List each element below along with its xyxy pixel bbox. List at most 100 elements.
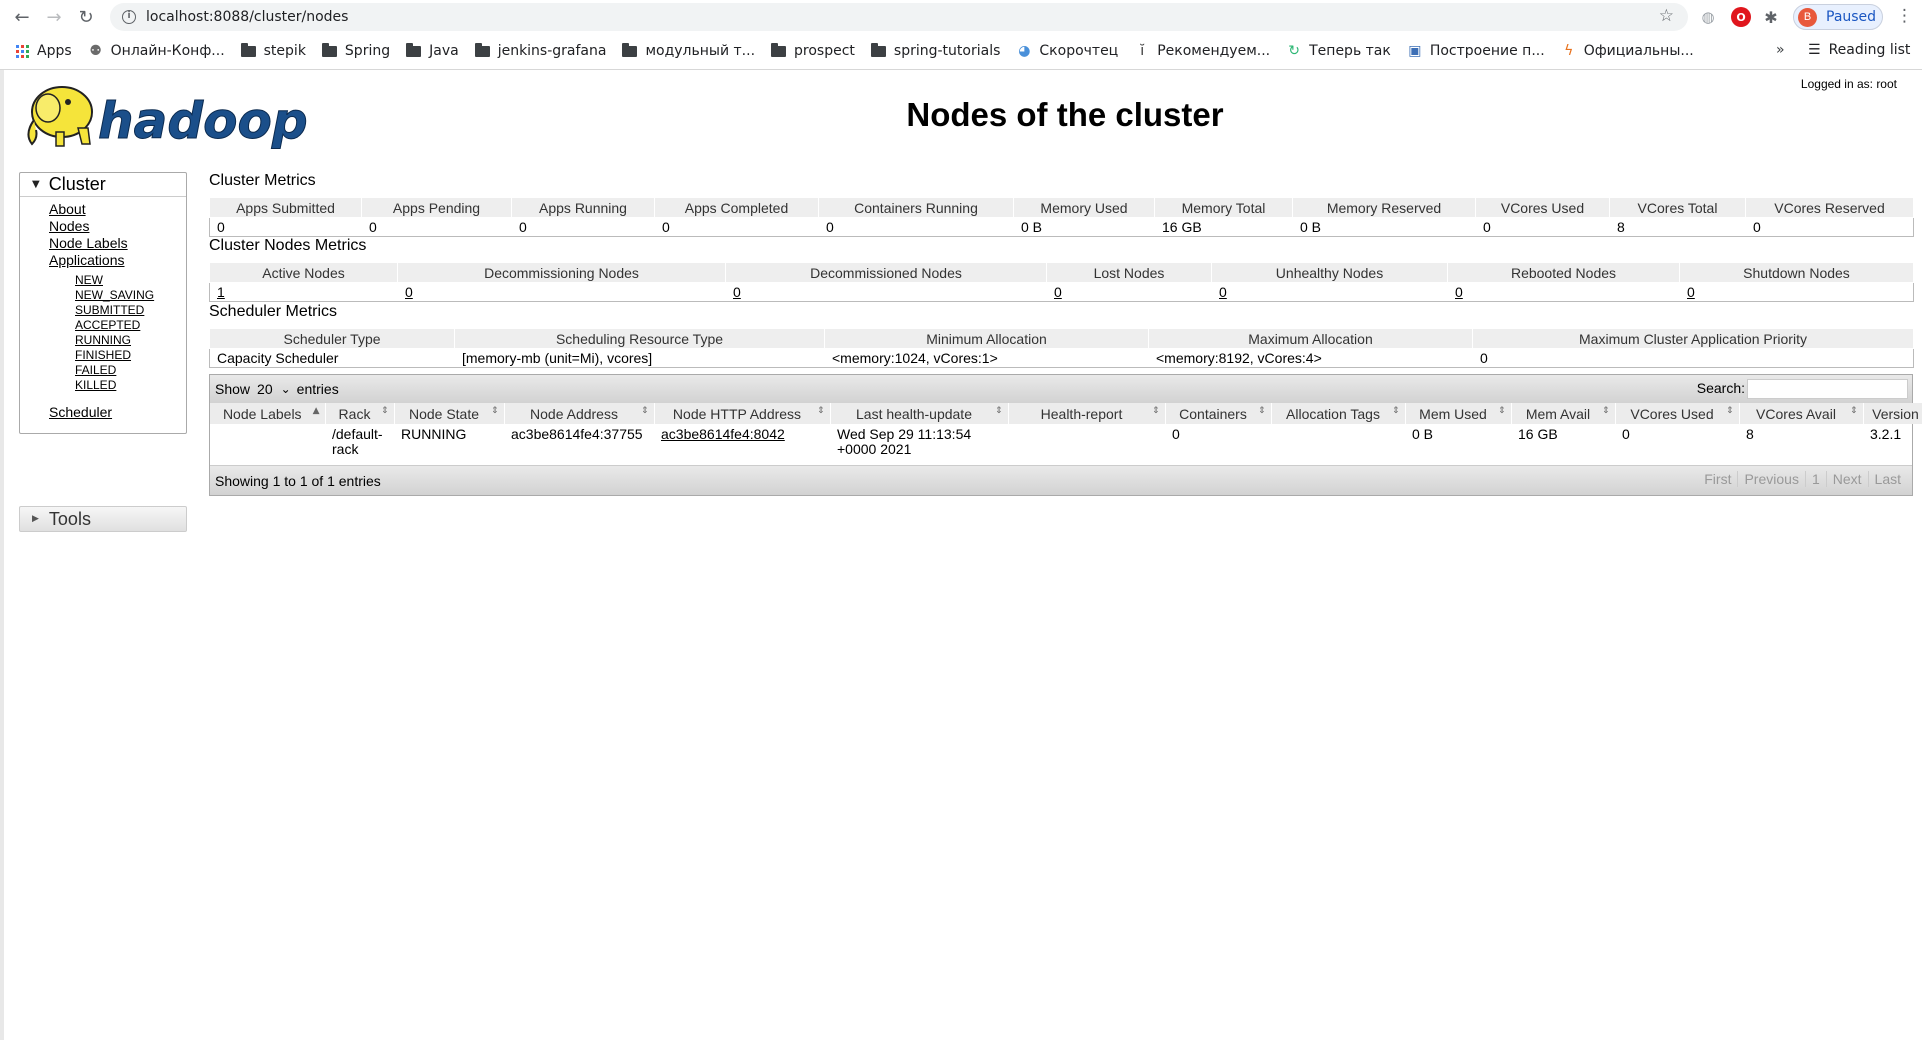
active-nodes-link[interactable]: 1 (217, 284, 225, 300)
sort-both-icon: ⇕ (1849, 406, 1858, 416)
sidebar-link-app-finished[interactable]: FINISHED (75, 348, 186, 363)
col-header-node-state[interactable]: Node State ⇕ (394, 403, 505, 424)
bookmark-folder-spring[interactable]: Spring (321, 42, 390, 59)
profile-status: Paused (1826, 9, 1877, 25)
metric-value: 0 (1472, 348, 1914, 368)
bookmark-folder-stepik[interactable]: stepik (240, 42, 306, 59)
page-length-value: 20 (257, 381, 273, 397)
metric-header: Apps Completed (654, 197, 819, 218)
sidebar-link-applications[interactable]: Applications (49, 252, 186, 269)
sidebar-link-app-submitted[interactable]: SUBMITTED (75, 303, 186, 318)
reload-icon[interactable]: ↻ (72, 3, 100, 31)
col-header-node-labels[interactable]: Node Labels ▲ (210, 403, 326, 424)
nodes-table: Node Labels ▲ Rack ⇕ Node State ⇕ Node Addr… (210, 403, 1922, 460)
sidebar-link-app-running[interactable]: RUNNING (75, 333, 186, 348)
site-icon: ĭ (1140, 43, 1145, 59)
bookmark-star-icon[interactable]: ☆ (1659, 6, 1674, 26)
col-header-mem-used[interactable]: Mem Used ⇕ (1405, 403, 1512, 424)
bookmark-folder-spring-tutorials[interactable]: spring-tutorials (870, 42, 1000, 59)
bookmark-folder-modular[interactable]: модульный т... (622, 42, 755, 59)
reading-list-button[interactable]: ☰ Reading list (1808, 42, 1910, 58)
bookmarks-overflow-icon[interactable]: » (1776, 42, 1785, 58)
col-header-node-address[interactable]: Node Address ⇕ (504, 403, 655, 424)
pager-first-button[interactable]: First (1698, 471, 1737, 487)
url-text[interactable]: localhost:8088/cluster/nodes (146, 9, 348, 25)
col-header-containers[interactable]: Containers ⇕ (1165, 403, 1272, 424)
sidebar-link-app-failed[interactable]: FAILED (75, 363, 186, 378)
page-length-select[interactable]: 20 ⌄ (257, 381, 291, 397)
metric-value: [memory-mb (unit=Mi), vcores] (454, 348, 825, 368)
sidebar-tools-header[interactable]: ▶ Tools (19, 506, 187, 532)
col-header-rack[interactable]: Rack ⇕ (325, 403, 395, 424)
pager-page-1-button[interactable]: 1 (1804, 471, 1826, 487)
unhealthy-nodes-link[interactable]: 0 (1219, 284, 1227, 300)
pager-last-button[interactable]: Last (1867, 471, 1907, 487)
sidebar-link-app-killed[interactable]: KILLED (75, 378, 186, 393)
folder-icon (406, 42, 422, 57)
shutdown-nodes-link[interactable]: 0 (1687, 284, 1695, 300)
back-arrow-icon[interactable]: ← (8, 3, 36, 31)
info-icon[interactable]: i (122, 10, 136, 24)
bookmark-folder-jenkins-grafana[interactable]: jenkins-grafana (474, 42, 607, 59)
nodes-datatable: Show 20 ⌄ entries Search: Node Labels ▲ R… (209, 374, 1922, 496)
col-header-last-health-update[interactable]: Last health-update ⇕ (830, 403, 1009, 424)
bookmark-label: Java (429, 43, 459, 59)
pager-next-button[interactable]: Next (1825, 471, 1868, 487)
bookmark-label: jenkins-grafana (497, 43, 607, 59)
sidebar-link-app-new[interactable]: NEW (75, 273, 186, 288)
col-header-node-http-address[interactable]: Node HTTP Address ⇕ (654, 403, 831, 424)
bookmark-recommended[interactable]: ĭ Рекомендуем... (1134, 43, 1270, 59)
bookmark-label: Построение п... (1429, 43, 1545, 59)
metric-value: 0 (511, 217, 655, 237)
lost-nodes-link[interactable]: 0 (1054, 284, 1062, 300)
bookmark-postroenie[interactable]: ▣ Построение п... (1407, 43, 1545, 59)
node-metrics-table: Active Nodes Decommissioning Nodes Decom… (209, 262, 1914, 302)
address-bar[interactable]: i localhost:8088/cluster/nodes ☆ (110, 3, 1688, 31)
metric-value: <memory:1024, vCores:1> (824, 348, 1149, 368)
metric-header: Apps Running (511, 197, 655, 218)
profile-avatar: B (1798, 7, 1817, 27)
bookmark-apps[interactable]: Apps (16, 43, 72, 59)
chevron-down-icon: ⌄ (280, 382, 291, 396)
bookmark-label: Скорочтец (1039, 43, 1119, 59)
sidebar-link-node-labels[interactable]: Node Labels (49, 235, 186, 252)
decommissioning-nodes-link[interactable]: 0 (405, 284, 413, 300)
col-header-vcores-avail[interactable]: VCores Avail ⇕ (1739, 403, 1864, 424)
sidebar-link-app-accepted[interactable]: ACCEPTED (75, 318, 186, 333)
bookmark-teper-tak[interactable]: ↻ Теперь так (1286, 43, 1391, 59)
datatable-toolbar: Show 20 ⌄ entries Search: (210, 375, 1912, 403)
sidebar-cluster-header[interactable]: ▼ Cluster (20, 173, 186, 197)
forward-arrow-icon[interactable]: → (40, 3, 68, 31)
vpn-extension-icon[interactable]: O (1731, 7, 1751, 27)
col-header-label: Last health-update (856, 405, 972, 422)
metric-header: Active Nodes (209, 262, 398, 283)
col-header-health-report[interactable]: Health-report ⇕ (1008, 403, 1166, 424)
col-header-version[interactable]: Version⇕ (1863, 403, 1922, 424)
profile-button[interactable]: B Paused (1793, 4, 1883, 30)
pager-previous-button[interactable]: Previous (1737, 471, 1804, 487)
bookmark-official[interactable]: ϟ Официальны... (1561, 43, 1694, 59)
bookmark-folder-java[interactable]: Java (406, 42, 459, 59)
sidebar-link-scheduler[interactable]: Scheduler (49, 404, 186, 421)
col-header-allocation-tags[interactable]: Allocation Tags ⇕ (1271, 403, 1406, 424)
col-header-vcores-used[interactable]: VCores Used ⇕ (1615, 403, 1740, 424)
extensions-puzzle-icon[interactable]: ✱ (1761, 7, 1781, 27)
bookmark-label: prospect (794, 43, 855, 59)
metrics-header-row: Active Nodes Decommissioning Nodes Decom… (209, 262, 1914, 283)
bookmark-speed-reading[interactable]: ◕ Скорочтец (1016, 43, 1118, 59)
sidebar-link-nodes[interactable]: Nodes (49, 218, 186, 235)
browser-menu-icon[interactable]: ⋮ (1896, 6, 1913, 26)
scheduler-metrics-table: Scheduler Type Scheduling Resource Type … (209, 328, 1914, 368)
bookmark-online-conf[interactable]: ⚉ Онлайн-Конф... (88, 43, 224, 59)
col-header-mem-avail[interactable]: Mem Avail ⇕ (1511, 403, 1616, 424)
decommissioned-nodes-link[interactable]: 0 (733, 284, 741, 300)
translate-globe-icon[interactable]: ◍ (1698, 7, 1718, 27)
node-http-address-link[interactable]: ac3be8614fe4:8042 (661, 426, 785, 442)
scheduler-metrics-title: Scheduler Metrics (209, 303, 338, 320)
sidebar-link-app-new-saving[interactable]: NEW_SAVING (75, 288, 186, 303)
sidebar-link-about[interactable]: About (49, 201, 186, 218)
search-input[interactable] (1747, 379, 1908, 399)
rebooted-nodes-link[interactable]: 0 (1455, 284, 1463, 300)
metric-cell: 0 (1211, 282, 1448, 302)
bookmark-folder-prospect[interactable]: prospect (771, 42, 855, 59)
